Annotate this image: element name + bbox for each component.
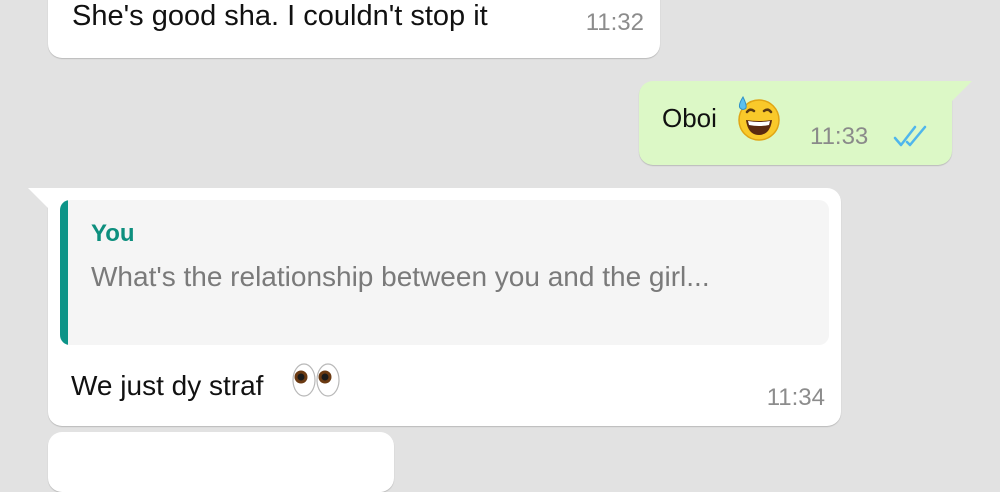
grinning-sweat-emoji-icon (738, 95, 780, 141)
bubble-tail (950, 81, 972, 103)
bubble-tail (28, 188, 50, 210)
message-timestamp: 11:34 (766, 384, 825, 411)
message-timestamp: 11:32 (585, 9, 644, 36)
reply-text: What's the relationship between you and … (91, 261, 710, 292)
message-bubble-incoming[interactable]: You What's the relationship between you … (28, 188, 841, 426)
message-bubble-incoming[interactable]: She's good sha. I couldn't stop it 11:32 (48, 0, 660, 58)
reply-accent-bar (60, 200, 68, 345)
message-text: Oboi (662, 103, 717, 133)
message-timestamp: 11:33 (810, 123, 869, 150)
eyes-emoji-icon (292, 363, 340, 397)
message-text: She's good sha. I couldn't stop it (72, 0, 488, 32)
reply-sender: You (91, 220, 135, 247)
message-bubble-incoming[interactable] (48, 432, 394, 492)
double-check-icon (893, 125, 927, 147)
message-text: We just dy straf (71, 370, 264, 401)
reply-quote[interactable]: You What's the relationship between you … (60, 200, 829, 345)
message-bubble-outgoing[interactable]: Oboi 11:33 (639, 81, 972, 165)
